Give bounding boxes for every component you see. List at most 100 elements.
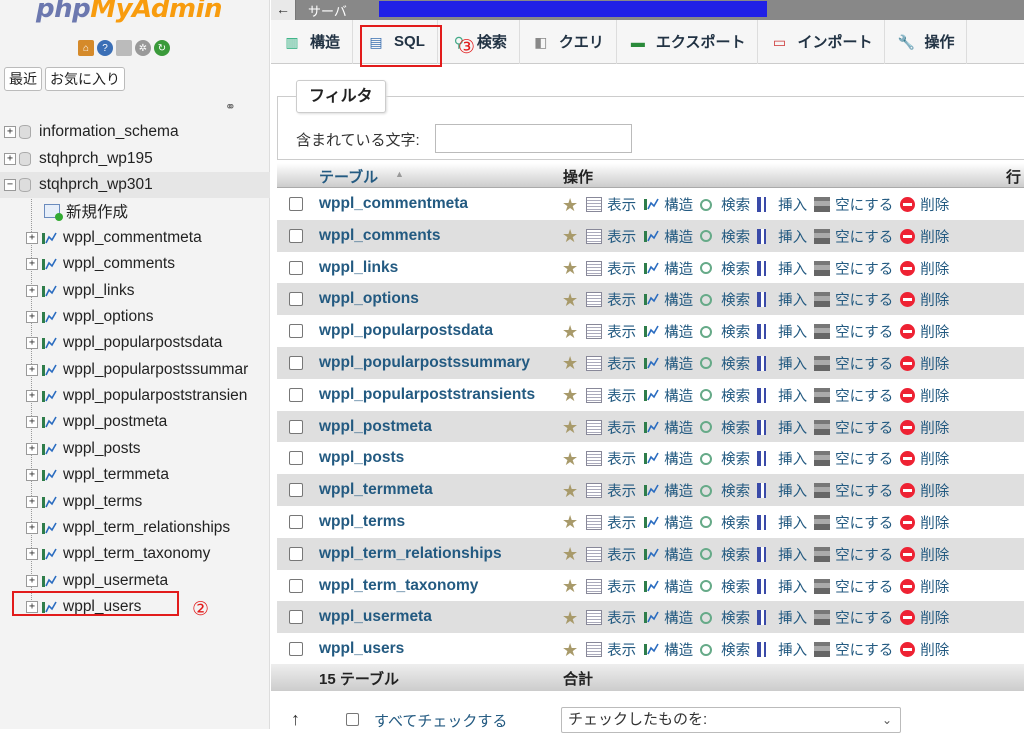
favorite-star-icon[interactable]: ★	[562, 227, 578, 245]
table-name-link[interactable]: wppl_links	[319, 259, 398, 277]
expand-icon[interactable]: +	[26, 310, 38, 323]
tree-item-label[interactable]: wppl_postmeta	[63, 413, 167, 431]
action-structure[interactable]: 構造	[643, 576, 693, 597]
action-drop[interactable]: 削除	[900, 353, 949, 374]
action-browse[interactable]: 表示	[586, 576, 636, 597]
action-browse[interactable]: 表示	[586, 417, 636, 438]
row-checkbox[interactable]	[289, 483, 303, 498]
filter-input[interactable]	[435, 124, 632, 153]
action-insert[interactable]: 挿入	[757, 417, 807, 438]
tree-item-label[interactable]: wppl_term_taxonomy	[63, 545, 210, 563]
action-search[interactable]: 検索	[700, 607, 750, 628]
expand-icon[interactable]: +	[26, 363, 38, 376]
expand-icon[interactable]: +	[26, 390, 38, 403]
table-name-link[interactable]: wppl_postmeta	[319, 418, 432, 436]
action-empty[interactable]: 空にする	[814, 226, 893, 247]
docs-icon[interactable]	[116, 40, 132, 56]
table-name-link[interactable]: wppl_termmeta	[319, 481, 433, 499]
action-empty[interactable]: 空にする	[814, 480, 893, 501]
action-browse[interactable]: 表示	[586, 480, 636, 501]
action-empty[interactable]: 空にする	[814, 194, 893, 215]
tree-item-label[interactable]: wppl_popularpostssummar	[63, 361, 248, 379]
with-selected-select[interactable]: チェックしたものを: ⌄	[561, 707, 901, 733]
row-checkbox[interactable]	[289, 260, 303, 275]
column-header-rows[interactable]: 行	[1006, 166, 1021, 187]
row-checkbox[interactable]	[289, 451, 303, 466]
favorite-star-icon[interactable]: ★	[562, 513, 578, 531]
action-search[interactable]: 検索	[700, 576, 750, 597]
tree-item[interactable]: + wppl_termmeta	[0, 462, 270, 488]
tree-item[interactable]: + wppl_options	[0, 304, 270, 330]
favorite-star-icon[interactable]: ★	[562, 482, 578, 500]
row-checkbox[interactable]	[289, 419, 303, 434]
phpmyadmin-logo[interactable]: phpMyAdmin	[36, 0, 223, 24]
action-structure[interactable]: 構造	[643, 417, 693, 438]
action-search[interactable]: 検索	[700, 226, 750, 247]
action-search[interactable]: 検索	[700, 480, 750, 501]
tab-import[interactable]: ▭ インポート	[758, 19, 886, 64]
tree-item[interactable]: 新規作成	[0, 198, 270, 224]
tree-item-label[interactable]: wppl_comments	[63, 255, 175, 273]
action-drop[interactable]: 削除	[900, 607, 949, 628]
action-browse[interactable]: 表示	[586, 544, 636, 565]
action-search[interactable]: 検索	[700, 258, 750, 279]
tree-item[interactable]: + information_schema	[0, 119, 270, 145]
action-insert[interactable]: 挿入	[757, 194, 807, 215]
action-insert[interactable]: 挿入	[757, 385, 807, 406]
expand-icon[interactable]: +	[26, 522, 38, 535]
expand-icon[interactable]: +	[26, 258, 38, 271]
action-insert[interactable]: 挿入	[757, 226, 807, 247]
action-insert[interactable]: 挿入	[757, 576, 807, 597]
action-insert[interactable]: 挿入	[757, 353, 807, 374]
favorite-star-icon[interactable]: ★	[562, 323, 578, 341]
action-structure[interactable]: 構造	[643, 226, 693, 247]
action-search[interactable]: 検索	[700, 417, 750, 438]
tree-item-label[interactable]: wppl_popularpoststransien	[63, 387, 247, 405]
check-all-link[interactable]: すべてチェックする	[374, 710, 507, 731]
favorite-star-icon[interactable]: ★	[562, 609, 578, 627]
action-drop[interactable]: 削除	[900, 226, 949, 247]
tree-item-label[interactable]: wppl_posts	[63, 440, 141, 458]
favorite-star-icon[interactable]: ★	[562, 577, 578, 595]
tree-item[interactable]: + wppl_popularpostssummar	[0, 357, 270, 383]
recent-tab[interactable]: 最近	[4, 67, 42, 91]
tree-item-label[interactable]: 新規作成	[66, 200, 128, 222]
tree-item[interactable]: + wppl_links	[0, 277, 270, 303]
action-search[interactable]: 検索	[700, 194, 750, 215]
table-name-link[interactable]: wppl_popularpostssummary	[319, 354, 530, 372]
expand-icon[interactable]: +	[26, 495, 38, 508]
action-insert[interactable]: 挿入	[757, 289, 807, 310]
row-checkbox[interactable]	[289, 514, 303, 529]
expand-icon[interactable]: +	[4, 126, 16, 139]
action-drop[interactable]: 削除	[900, 417, 949, 438]
action-structure[interactable]: 構造	[643, 607, 693, 628]
table-name-link[interactable]: wppl_term_taxonomy	[319, 577, 478, 595]
action-empty[interactable]: 空にする	[814, 448, 893, 469]
action-empty[interactable]: 空にする	[814, 512, 893, 533]
action-empty[interactable]: 空にする	[814, 289, 893, 310]
action-search[interactable]: 検索	[700, 321, 750, 342]
tree-item-label[interactable]: wppl_terms	[63, 493, 142, 511]
tree-item-label[interactable]: stqhprch_wp301	[39, 176, 153, 194]
action-browse[interactable]: 表示	[586, 607, 636, 628]
tree-item-label[interactable]: information_schema	[39, 123, 179, 141]
tree-item-label[interactable]: wppl_termmeta	[63, 466, 169, 484]
action-browse[interactable]: 表示	[586, 448, 636, 469]
settings-icon[interactable]: ✲	[135, 40, 151, 56]
tree-item[interactable]: + stqhprch_wp195	[0, 145, 270, 171]
action-drop[interactable]: 削除	[900, 321, 949, 342]
action-browse[interactable]: 表示	[586, 639, 636, 660]
table-name-link[interactable]: wppl_term_relationships	[319, 545, 502, 563]
reload-icon[interactable]: ↻	[154, 40, 170, 56]
favorite-star-icon[interactable]: ★	[562, 418, 578, 436]
table-name-link[interactable]: wppl_terms	[319, 513, 405, 531]
action-structure[interactable]: 構造	[643, 289, 693, 310]
action-drop[interactable]: 削除	[900, 385, 949, 406]
row-checkbox[interactable]	[289, 387, 303, 402]
column-header-table[interactable]: テーブル	[319, 166, 378, 187]
table-name-link[interactable]: wppl_popularpostsdata	[319, 322, 493, 340]
action-drop[interactable]: 削除	[900, 258, 949, 279]
action-structure[interactable]: 構造	[643, 194, 693, 215]
action-search[interactable]: 検索	[700, 353, 750, 374]
favorite-star-icon[interactable]: ★	[562, 386, 578, 404]
